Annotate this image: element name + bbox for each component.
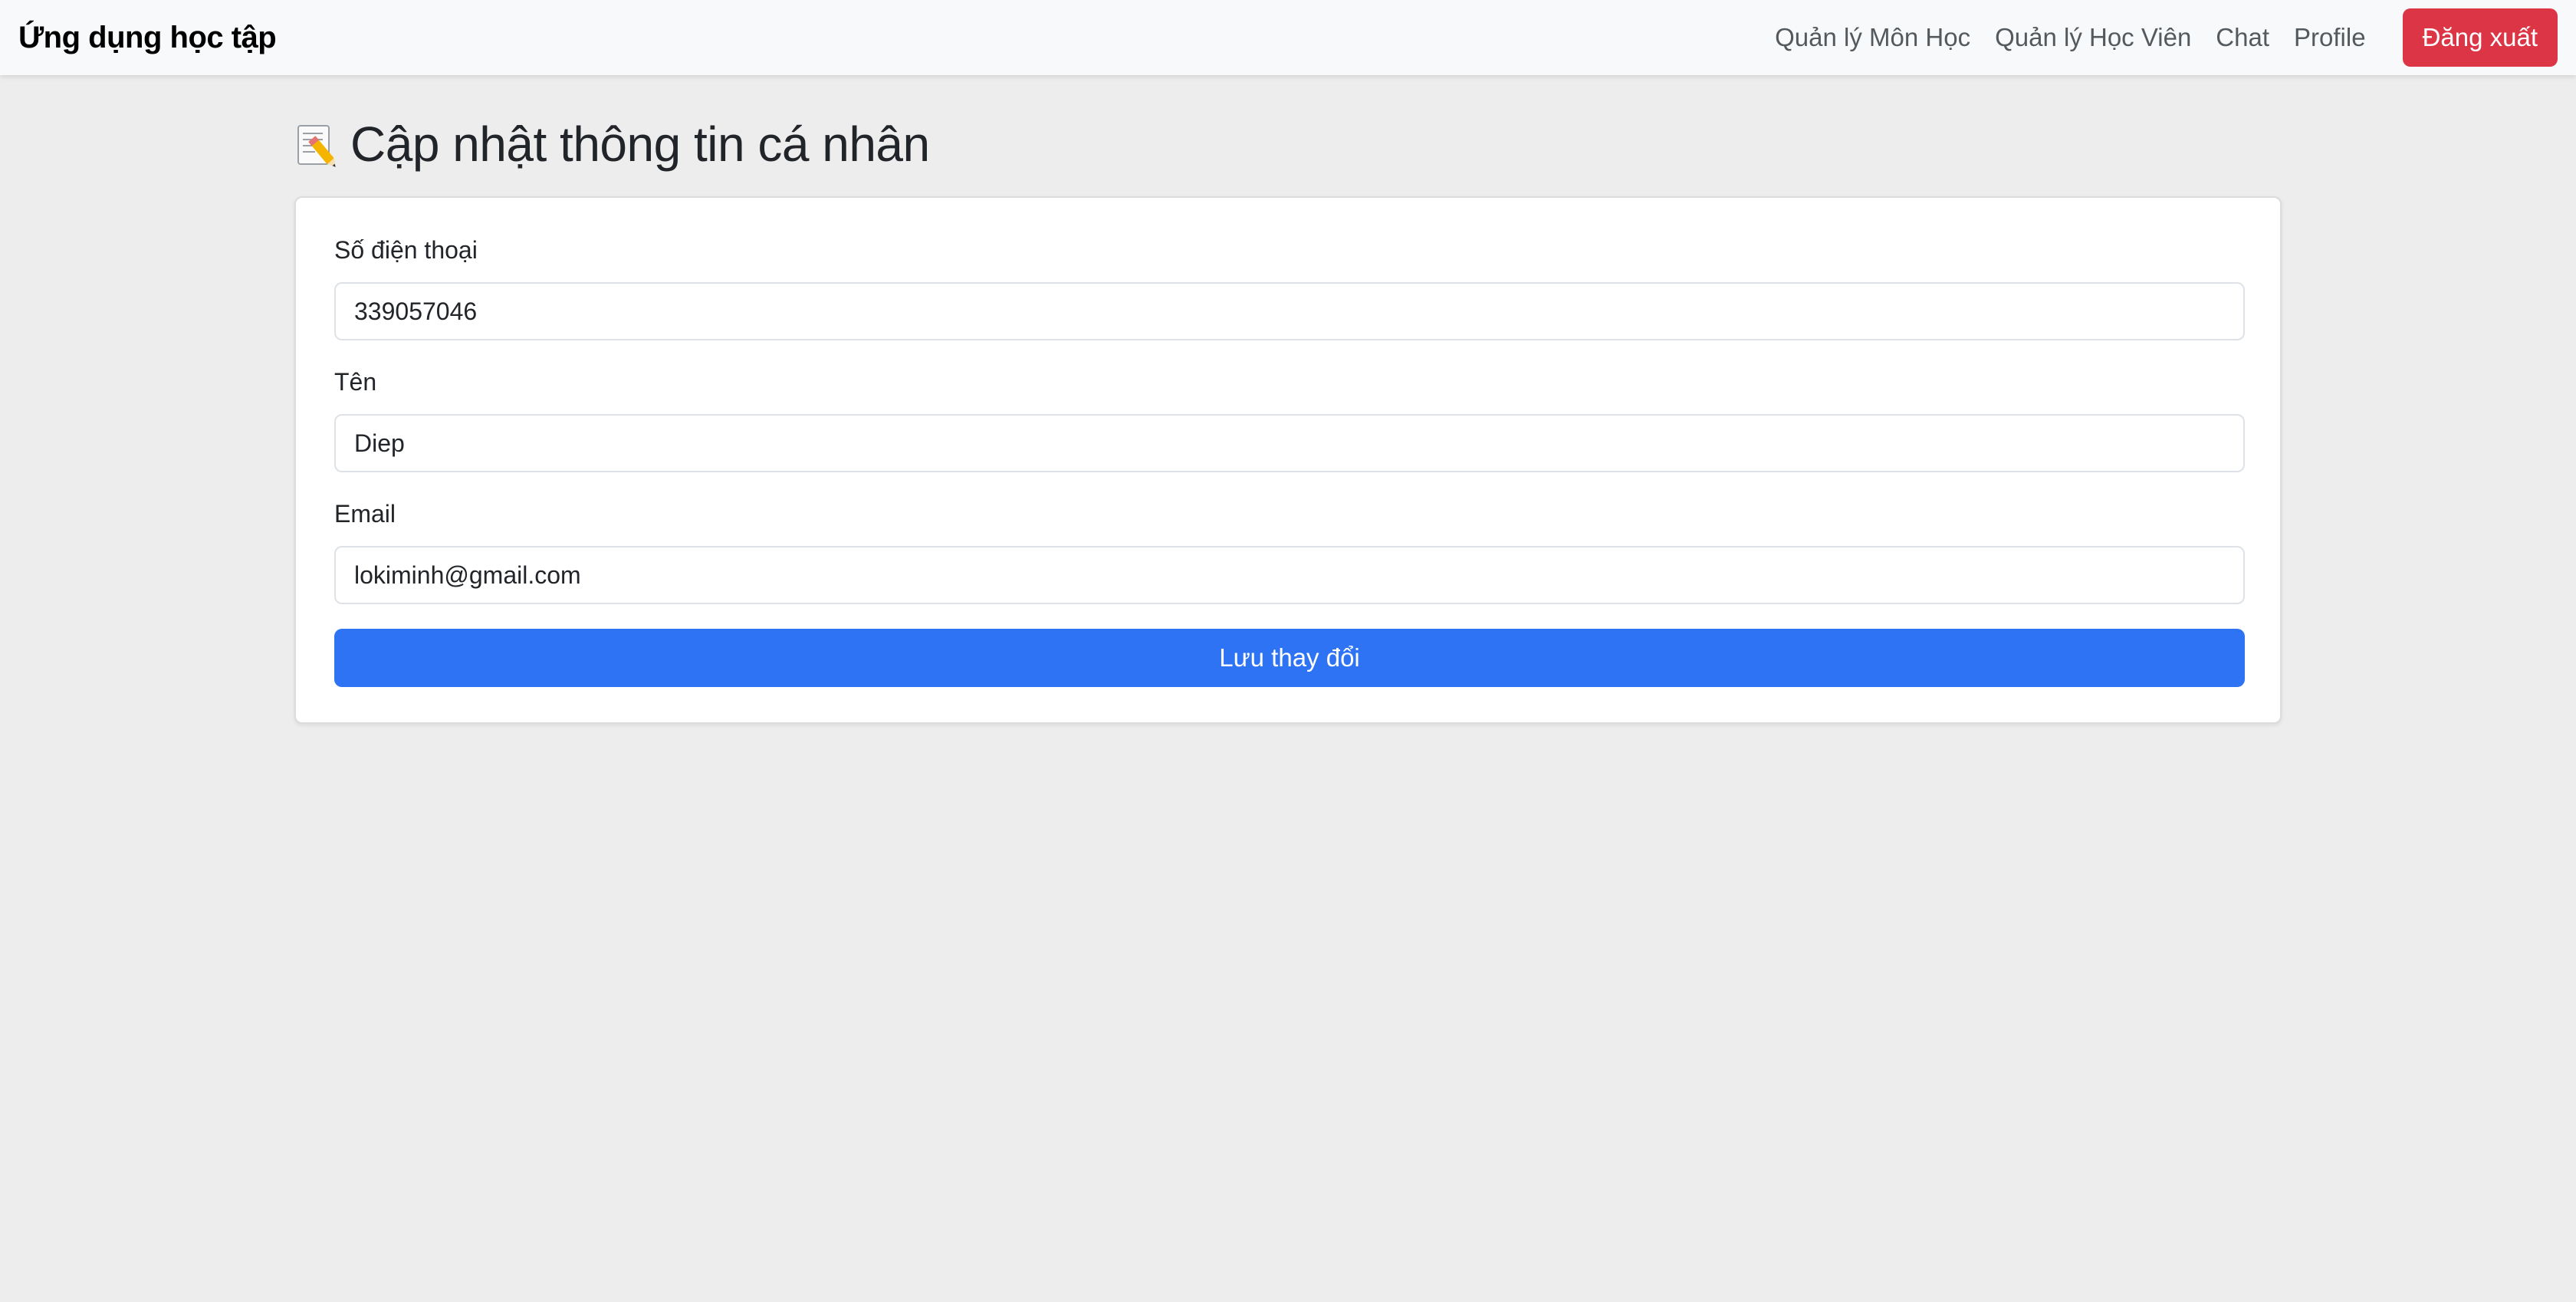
nav-link-students[interactable]: Quản lý Học Viên <box>1995 23 2191 52</box>
email-input[interactable] <box>334 546 2245 604</box>
name-label: Tên <box>334 368 377 396</box>
app-brand[interactable]: Ứng dụng học tập <box>18 21 277 55</box>
logout-button[interactable]: Đăng xuất <box>2402 8 2558 67</box>
nav-links: Quản lý Môn Học Quản lý Học Viên Chat Pr… <box>1750 0 2558 75</box>
memo-icon <box>295 121 340 167</box>
page-title: Cập nhật thông tin cá nhân <box>350 117 930 172</box>
save-changes-button[interactable]: Lưu thay đổi <box>334 629 2245 687</box>
page-heading: Cập nhật thông tin cá nhân <box>295 113 930 175</box>
name-input[interactable] <box>334 414 2245 472</box>
nav-link-subjects[interactable]: Quản lý Môn Học <box>1775 23 1970 52</box>
phone-label: Số điện thoại <box>334 236 478 264</box>
profile-form-card: Số điện thoại Tên Email Lưu thay đổi <box>294 196 2282 724</box>
top-navbar: Ứng dụng học tập Quản lý Môn Học Quản lý… <box>0 0 2576 75</box>
nav-link-chat[interactable]: Chat <box>2216 23 2269 52</box>
phone-input[interactable] <box>334 282 2245 340</box>
nav-link-profile[interactable]: Profile <box>2294 23 2366 52</box>
email-label: Email <box>334 500 396 528</box>
